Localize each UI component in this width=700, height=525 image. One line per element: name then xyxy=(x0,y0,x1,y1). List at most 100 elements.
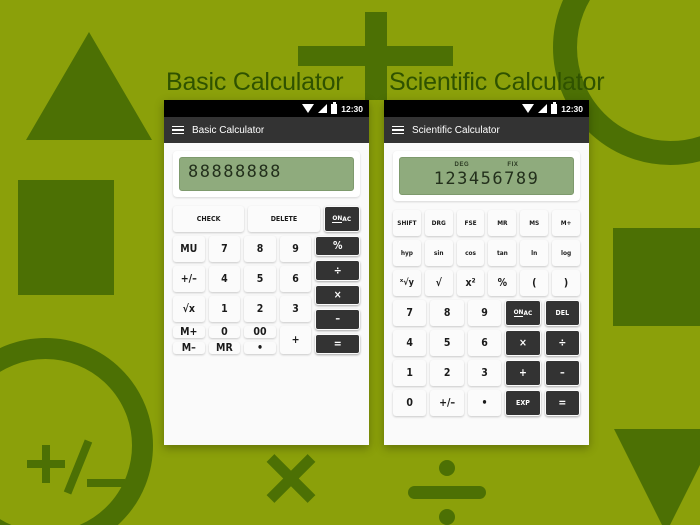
wifi-icon xyxy=(302,104,315,113)
signal-icon xyxy=(538,104,548,113)
wifi-icon xyxy=(522,104,535,113)
key-exp[interactable]: EXP xyxy=(505,390,541,416)
key-on-ac-line1: ON xyxy=(332,213,343,224)
key-3[interactable]: 3 xyxy=(279,296,312,322)
key-plus[interactable]: + xyxy=(505,360,541,386)
key-plus-minus[interactable]: +/– xyxy=(173,266,205,292)
operator-column-basic: % ÷ × – = xyxy=(315,236,360,355)
key-shift[interactable]: SHIFT xyxy=(393,210,421,236)
hamburger-icon[interactable] xyxy=(392,125,404,135)
key-cos[interactable]: cos xyxy=(456,240,485,266)
appbar-scientific: Scientific Calculator xyxy=(384,117,589,143)
key-7[interactable]: 7 xyxy=(393,300,427,326)
square-right-decoration xyxy=(613,228,700,326)
key-5[interactable]: 5 xyxy=(244,266,276,292)
keypad-basic: CHECK DELETE ON AC MU 7 8 9 +/– 4 5 6 √x… xyxy=(173,206,360,355)
key-8[interactable]: 8 xyxy=(244,236,276,262)
key-drg[interactable]: DRG xyxy=(424,210,453,236)
key-2[interactable]: 2 xyxy=(244,296,276,322)
key-mr[interactable]: MR xyxy=(208,342,241,354)
triangle-top-left-decoration xyxy=(26,32,152,140)
key-divide[interactable]: ÷ xyxy=(315,260,360,281)
key-hyp[interactable]: hyp xyxy=(393,240,421,266)
keypad-scientific: SHIFT DRG FSE MR MS M+ hyp sin cos tan l… xyxy=(393,210,581,416)
key-1[interactable]: 1 xyxy=(393,360,427,386)
key-4[interactable]: 4 xyxy=(208,266,241,292)
key-nth-root[interactable]: ˣ√y xyxy=(393,270,421,296)
display-flags-scientific: DEG FIX xyxy=(408,162,565,168)
status-time: 12:30 xyxy=(561,103,583,114)
key-on-ac-line1: ON xyxy=(513,307,524,318)
keypad-row-num4: 0 +/– • EXP = xyxy=(393,390,581,416)
key-tan[interactable]: tan xyxy=(488,240,517,266)
status-bar-scientific: 12:30 xyxy=(384,100,589,117)
key-on-ac-line2: AC xyxy=(342,214,352,223)
lcd-screen-basic: 88888888 xyxy=(179,157,354,191)
key-plus-minus[interactable]: +/– xyxy=(430,390,464,416)
key-del[interactable]: DEL xyxy=(544,300,581,326)
key-4[interactable]: 4 xyxy=(393,330,427,356)
key-delete[interactable]: DELETE xyxy=(248,206,320,232)
caption-scientific-calculator: Scientific Calculator xyxy=(389,68,605,96)
appbar-basic: Basic Calculator xyxy=(164,117,369,143)
key-ln[interactable]: ln xyxy=(520,240,549,266)
key-9[interactable]: 9 xyxy=(279,236,312,262)
key-percent[interactable]: % xyxy=(315,236,360,257)
key-memory-plus[interactable]: M+ xyxy=(173,326,205,338)
key-3[interactable]: 3 xyxy=(467,360,502,386)
key-open-paren[interactable]: ( xyxy=(520,270,549,296)
key-6[interactable]: 6 xyxy=(467,330,502,356)
key-minus[interactable]: – xyxy=(315,309,360,330)
key-0[interactable]: 0 xyxy=(208,326,241,338)
appbar-title-basic: Basic Calculator xyxy=(192,124,265,136)
key-square-root-x[interactable]: √x xyxy=(173,296,205,322)
key-sin[interactable]: sin xyxy=(424,240,453,266)
hamburger-icon[interactable] xyxy=(172,125,184,135)
key-1[interactable]: 1 xyxy=(208,296,241,322)
key-minus[interactable]: – xyxy=(544,360,581,386)
key-plus[interactable]: + xyxy=(279,326,312,354)
key-on-ac[interactable]: ON AC xyxy=(323,206,360,232)
key-double-zero[interactable]: 00 xyxy=(244,326,276,338)
key-equals[interactable]: = xyxy=(315,333,360,355)
key-equals[interactable]: = xyxy=(544,390,581,416)
signal-icon xyxy=(318,104,328,113)
battery-icon xyxy=(551,101,558,114)
triangle-bottom-right-decoration xyxy=(614,429,700,525)
key-8[interactable]: 8 xyxy=(430,300,464,326)
plus-minus-glyph-decoration xyxy=(25,437,135,499)
key-mr[interactable]: MR xyxy=(488,210,517,236)
display-panel-scientific: DEG FIX 123456789 xyxy=(393,151,580,201)
key-7[interactable]: 7 xyxy=(208,236,241,262)
key-5[interactable]: 5 xyxy=(430,330,464,356)
keypad-row-num1: 7 8 9 ON AC DEL xyxy=(393,300,581,326)
key-0[interactable]: 0 xyxy=(393,390,427,416)
key-memory-minus[interactable]: M– xyxy=(173,342,205,354)
key-6[interactable]: 6 xyxy=(279,266,312,292)
key-x-squared[interactable]: x² xyxy=(456,270,485,296)
key-mu[interactable]: MU xyxy=(173,236,205,262)
scientific-calculator-phone: 12:30 Scientific Calculator DEG FIX 1234… xyxy=(384,100,589,445)
key-divide[interactable]: ÷ xyxy=(544,330,581,356)
keypad-row-func3: ˣ√y √ x² % ( ) xyxy=(393,270,580,296)
keypad-row-num2: 4 5 6 × ÷ xyxy=(393,330,581,356)
key-check[interactable]: CHECK xyxy=(173,206,245,232)
key-ms[interactable]: MS xyxy=(520,210,549,236)
key-multiply[interactable]: × xyxy=(505,330,541,356)
status-time: 12:30 xyxy=(341,103,363,114)
display-panel-basic: 88888888 xyxy=(173,151,360,197)
key-fse[interactable]: FSE xyxy=(456,210,485,236)
keypad-row-num3: 1 2 3 + – xyxy=(393,360,581,386)
key-percent[interactable]: % xyxy=(488,270,517,296)
key-multiply[interactable]: × xyxy=(315,284,360,306)
key-decimal-point[interactable]: • xyxy=(244,342,276,354)
key-2[interactable]: 2 xyxy=(430,360,464,386)
key-log[interactable]: log xyxy=(552,240,580,266)
key-on-ac[interactable]: ON AC xyxy=(505,300,541,326)
key-square-root[interactable]: √ xyxy=(424,270,453,296)
battery-icon xyxy=(331,101,338,114)
key-decimal-point[interactable]: • xyxy=(467,390,502,416)
key-close-paren[interactable]: ) xyxy=(552,270,580,296)
key-9[interactable]: 9 xyxy=(467,300,502,326)
key-memory-plus[interactable]: M+ xyxy=(552,210,580,236)
